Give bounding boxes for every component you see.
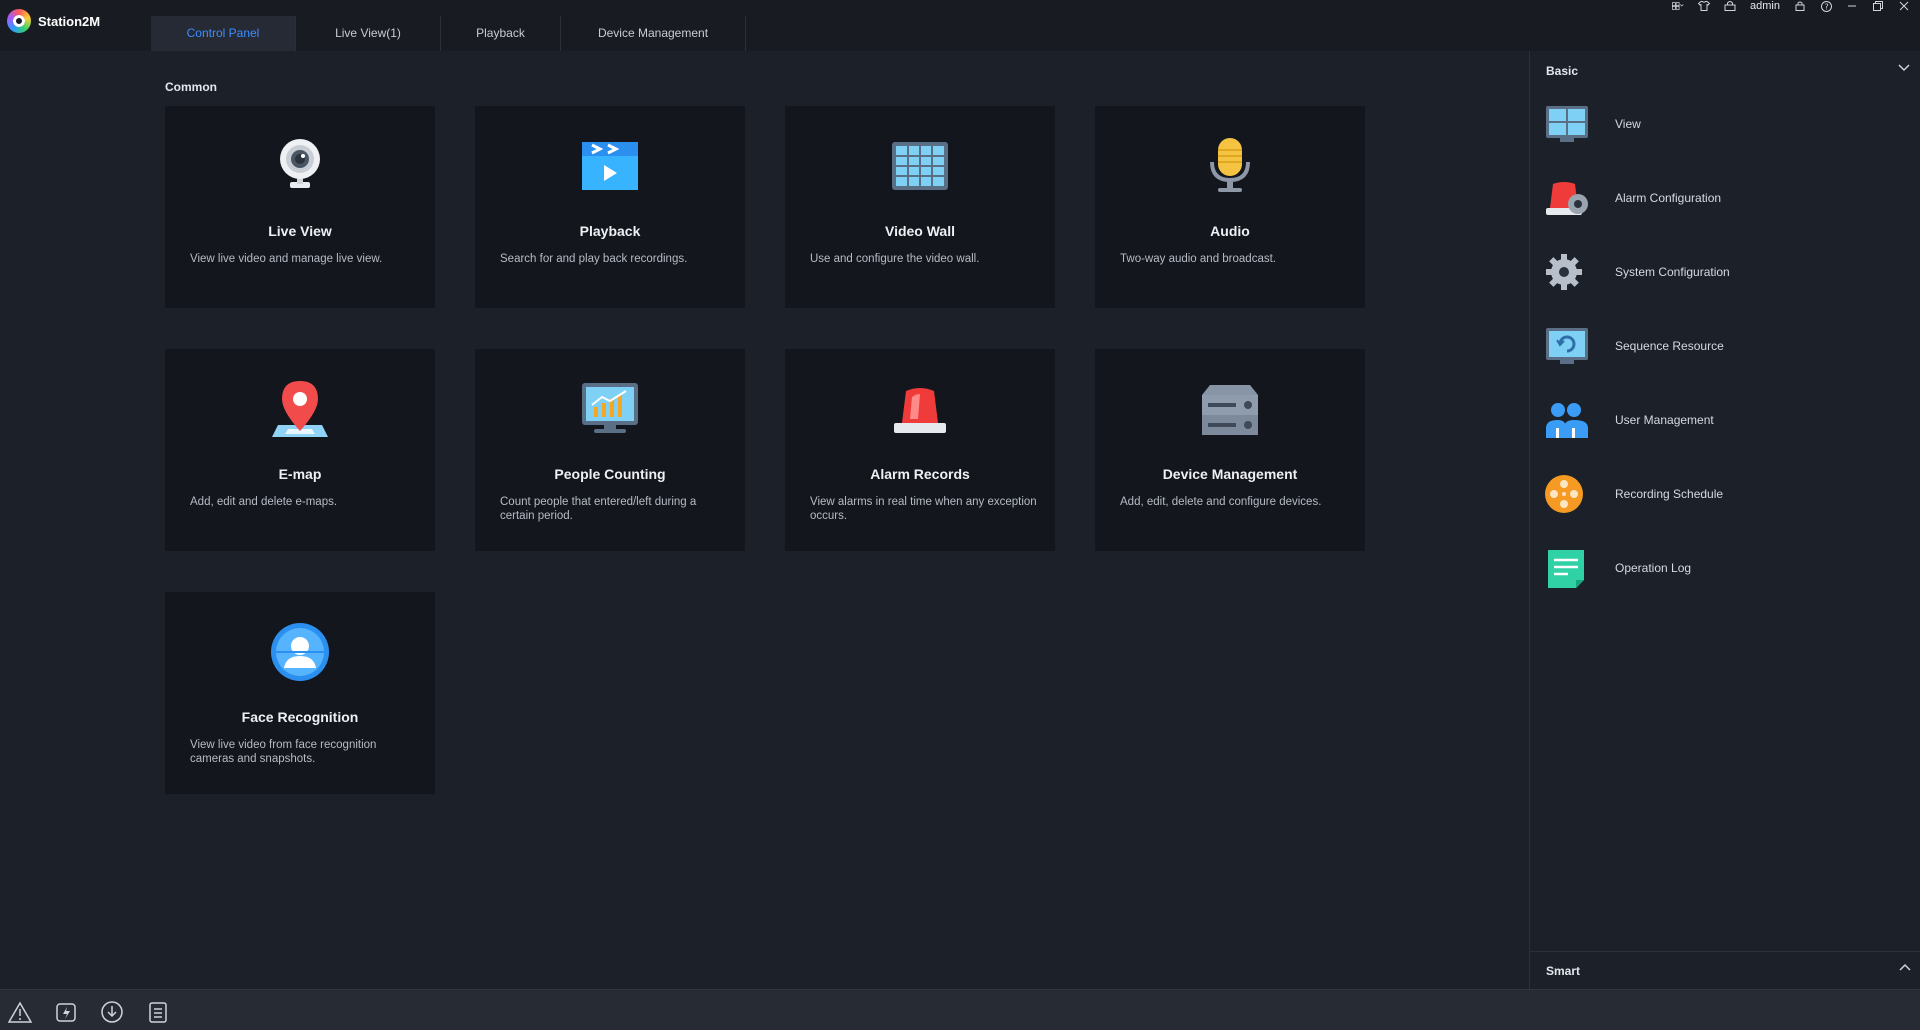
panel-item-label: User Management	[1615, 413, 1714, 427]
card-description: Count people that entered/left during a …	[500, 496, 697, 522]
card-title: Face Recognition	[241, 709, 359, 725]
lock-icon[interactable]	[1794, 0, 1806, 12]
tab-playback[interactable]: Playback	[441, 16, 561, 51]
alarm-light-icon	[890, 379, 950, 439]
card-description: Search for and play back recordings.	[500, 253, 688, 265]
webcam-icon	[270, 136, 330, 196]
card-description: View alarms in real time when any except…	[810, 496, 1037, 522]
close-icon[interactable]	[1898, 0, 1910, 12]
panel-item-label: Sequence Resource	[1615, 339, 1724, 353]
panel-item-sequence-resource[interactable]: Sequence Resource	[1544, 322, 1904, 370]
card-title: Video Wall	[884, 223, 955, 239]
card-description: View live video and manage live view.	[190, 253, 383, 265]
user-name[interactable]: admin	[1750, 0, 1780, 12]
view-monitor-icon	[1544, 104, 1590, 144]
task-list-icon[interactable]	[147, 1001, 169, 1023]
app-title: Station2M	[38, 14, 101, 29]
panel-item-view[interactable]: View	[1544, 100, 1904, 148]
users-icon	[1544, 400, 1590, 440]
section-label-common: Common	[165, 80, 217, 94]
tab-control-panel[interactable]: Control Panel	[151, 16, 296, 51]
panel-item-label: Operation Log	[1615, 561, 1692, 575]
system-toolbar: admin ?	[1672, 0, 1920, 12]
warning-icon[interactable]	[7, 1001, 33, 1023]
server-icon	[1200, 379, 1260, 439]
card-playback[interactable]: Playback Search for and play back record…	[475, 106, 745, 308]
card-title: Playback	[579, 223, 641, 239]
panel-item-alarm-configuration[interactable]: Alarm Configuration	[1544, 174, 1904, 222]
clapperboard-icon	[580, 136, 640, 196]
panel-item-system-configuration[interactable]: System Configuration	[1544, 248, 1904, 296]
microphone-icon	[1200, 136, 1260, 196]
card-audio[interactable]: Audio Two-way audio and broadcast.	[1095, 106, 1365, 308]
gear-icon	[1544, 252, 1590, 292]
card-live-view[interactable]: Live View View live video and manage liv…	[165, 106, 435, 308]
card-title: Alarm Records	[870, 466, 970, 482]
map-pin-icon	[270, 379, 330, 439]
sequence-monitor-icon	[1544, 326, 1590, 366]
panel-item-label: System Configuration	[1615, 265, 1730, 279]
panel-item-label: Recording Schedule	[1615, 487, 1724, 501]
video-wall-icon	[890, 136, 950, 196]
title-bar: Station2M Control Panel Live View(1) Pla…	[0, 0, 1920, 51]
right-panel: Basic View Alarm Configuration System Co…	[1529, 51, 1920, 989]
minimize-icon[interactable]	[1846, 0, 1858, 12]
panel-heading-smart: Smart	[1546, 964, 1581, 978]
tab-live-view[interactable]: Live View(1)	[296, 16, 441, 51]
panel-item-label: View	[1615, 117, 1641, 131]
layout-grid-icon[interactable]	[1672, 0, 1684, 12]
card-description: Add, edit, delete and configure devices.	[1120, 496, 1322, 508]
control-panel: Common Live View View live video and man…	[0, 51, 1529, 989]
card-alarm-records[interactable]: Alarm Records View alarms in real time w…	[785, 349, 1055, 551]
panel-section-smart[interactable]: Smart	[1530, 951, 1920, 989]
face-recognition-icon	[270, 622, 330, 682]
download-icon[interactable]	[101, 1001, 123, 1023]
tab-device-management[interactable]: Device Management	[561, 16, 746, 51]
card-title: Live View	[268, 223, 332, 239]
main-tabs: Control Panel Live View(1) Playback Devi…	[151, 16, 746, 51]
panel-item-user-management[interactable]: User Management	[1544, 396, 1904, 444]
help-icon[interactable]: ?	[1820, 0, 1832, 12]
panel-item-label: Alarm Configuration	[1615, 191, 1722, 205]
card-description: Use and configure the video wall.	[810, 253, 980, 265]
card-title: E-map	[278, 466, 322, 482]
card-description: Two-way audio and broadcast.	[1120, 253, 1276, 265]
alarm-gear-icon	[1544, 178, 1590, 218]
chevron-up-icon[interactable]	[1899, 960, 1911, 974]
app-logo-icon	[7, 9, 31, 33]
card-description: View live video from face recognition ca…	[190, 739, 377, 765]
film-reel-icon	[1544, 474, 1590, 514]
panel-item-recording-schedule[interactable]: Recording Schedule	[1544, 470, 1904, 518]
card-title: Audio	[1210, 223, 1250, 239]
status-bar	[0, 989, 1920, 1030]
panel-item-operation-log[interactable]: Operation Log	[1544, 544, 1904, 592]
card-title: Device Management	[1162, 466, 1298, 482]
card-e-map[interactable]: E-map Add, edit and delete e-maps.	[165, 349, 435, 551]
card-video-wall[interactable]: Video Wall Use and configure the video w…	[785, 106, 1055, 308]
restore-icon[interactable]	[1872, 0, 1884, 12]
chart-monitor-icon	[580, 379, 640, 439]
card-face-recognition[interactable]: Face Recognition View live video from fa…	[165, 592, 435, 794]
lock-screen-icon[interactable]	[1724, 0, 1736, 12]
panel-heading-basic: Basic	[1546, 64, 1579, 78]
event-lightning-icon[interactable]	[55, 1001, 77, 1023]
card-title: People Counting	[554, 466, 666, 482]
card-people-counting[interactable]: People Counting Count people that entere…	[475, 349, 745, 551]
card-device-management[interactable]: Device Management Add, edit, delete and …	[1095, 349, 1365, 551]
card-description: Add, edit and delete e-maps.	[190, 496, 338, 508]
log-document-icon	[1544, 548, 1590, 588]
svg-text:?: ?	[1824, 2, 1828, 11]
chevron-down-icon[interactable]	[1898, 61, 1910, 75]
shirt-icon[interactable]	[1698, 0, 1711, 12]
